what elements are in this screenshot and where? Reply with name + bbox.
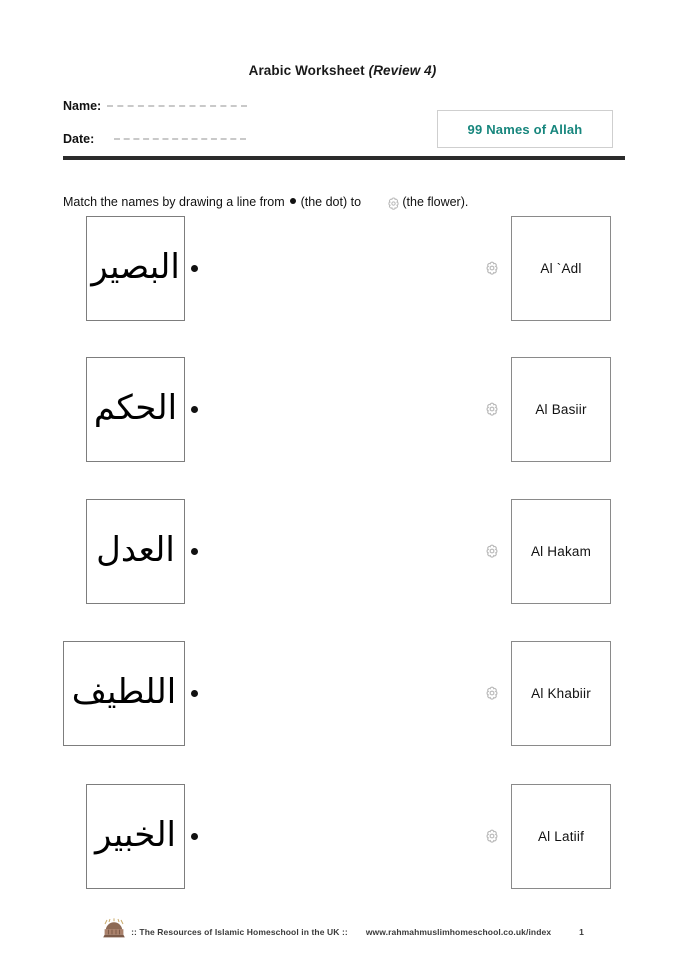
- arabic-name-text: البصير: [91, 246, 180, 287]
- matching-rows: البصير Al `Adl الحكم Al Basiir العدل Al …: [0, 0, 685, 970]
- english-name-text: Al Basiir: [535, 402, 587, 417]
- match-row: الخبير Al Latiif: [0, 784, 685, 889]
- arabic-name-box[interactable]: العدل: [86, 499, 185, 604]
- match-row: العدل Al Hakam: [0, 499, 685, 604]
- arabic-name-text: الحكم: [93, 387, 178, 428]
- english-name-text: Al Latiif: [537, 829, 585, 844]
- arabic-name-text: اللطيف: [71, 671, 177, 712]
- match-row: الحكم Al Basiir: [0, 357, 685, 462]
- english-name-box[interactable]: Al Basiir: [511, 357, 611, 462]
- dot-icon[interactable]: [191, 406, 198, 413]
- flower-icon[interactable]: [484, 828, 500, 849]
- dot-icon[interactable]: [191, 548, 198, 555]
- english-name-box[interactable]: Al Latiif: [511, 784, 611, 889]
- arabic-name-box[interactable]: الحكم: [86, 357, 185, 462]
- page-number: 1: [579, 926, 584, 937]
- dot-icon[interactable]: [191, 833, 198, 840]
- flower-icon[interactable]: [484, 543, 500, 564]
- dot-icon[interactable]: [191, 690, 198, 697]
- english-name-text: Al Hakam: [530, 544, 592, 559]
- arabic-name-text: العدل: [96, 529, 175, 570]
- flower-icon[interactable]: [484, 260, 500, 281]
- arabic-name-box[interactable]: البصير: [86, 216, 185, 321]
- english-name-box[interactable]: Al Khabiir: [511, 641, 611, 746]
- dot-icon[interactable]: [191, 265, 198, 272]
- match-row: البصير Al `Adl: [0, 216, 685, 321]
- english-name-text: Al Khabiir: [531, 686, 591, 701]
- worksheet-page: Arabic Worksheet (Review 4) Name: Date: …: [0, 0, 685, 970]
- flower-icon[interactable]: [484, 401, 500, 422]
- english-name-text: Al `Adl: [540, 261, 582, 276]
- arabic-name-text: الخبير: [94, 814, 177, 855]
- english-name-box[interactable]: Al `Adl: [511, 216, 611, 321]
- page-footer: :: The Resources of Islamic Homeschool i…: [0, 918, 685, 945]
- mosque-dome-icon: [101, 918, 127, 945]
- match-row: اللطيف Al Khabiir: [0, 641, 685, 746]
- arabic-name-box[interactable]: الخبير: [86, 784, 185, 889]
- english-name-box[interactable]: Al Hakam: [511, 499, 611, 604]
- footer-url[interactable]: www.rahmahmuslimhomeschool.co.uk/index: [366, 927, 551, 937]
- footer-credit: :: The Resources of Islamic Homeschool i…: [131, 926, 348, 937]
- arabic-name-box[interactable]: اللطيف: [63, 641, 185, 746]
- flower-icon[interactable]: [484, 685, 500, 706]
